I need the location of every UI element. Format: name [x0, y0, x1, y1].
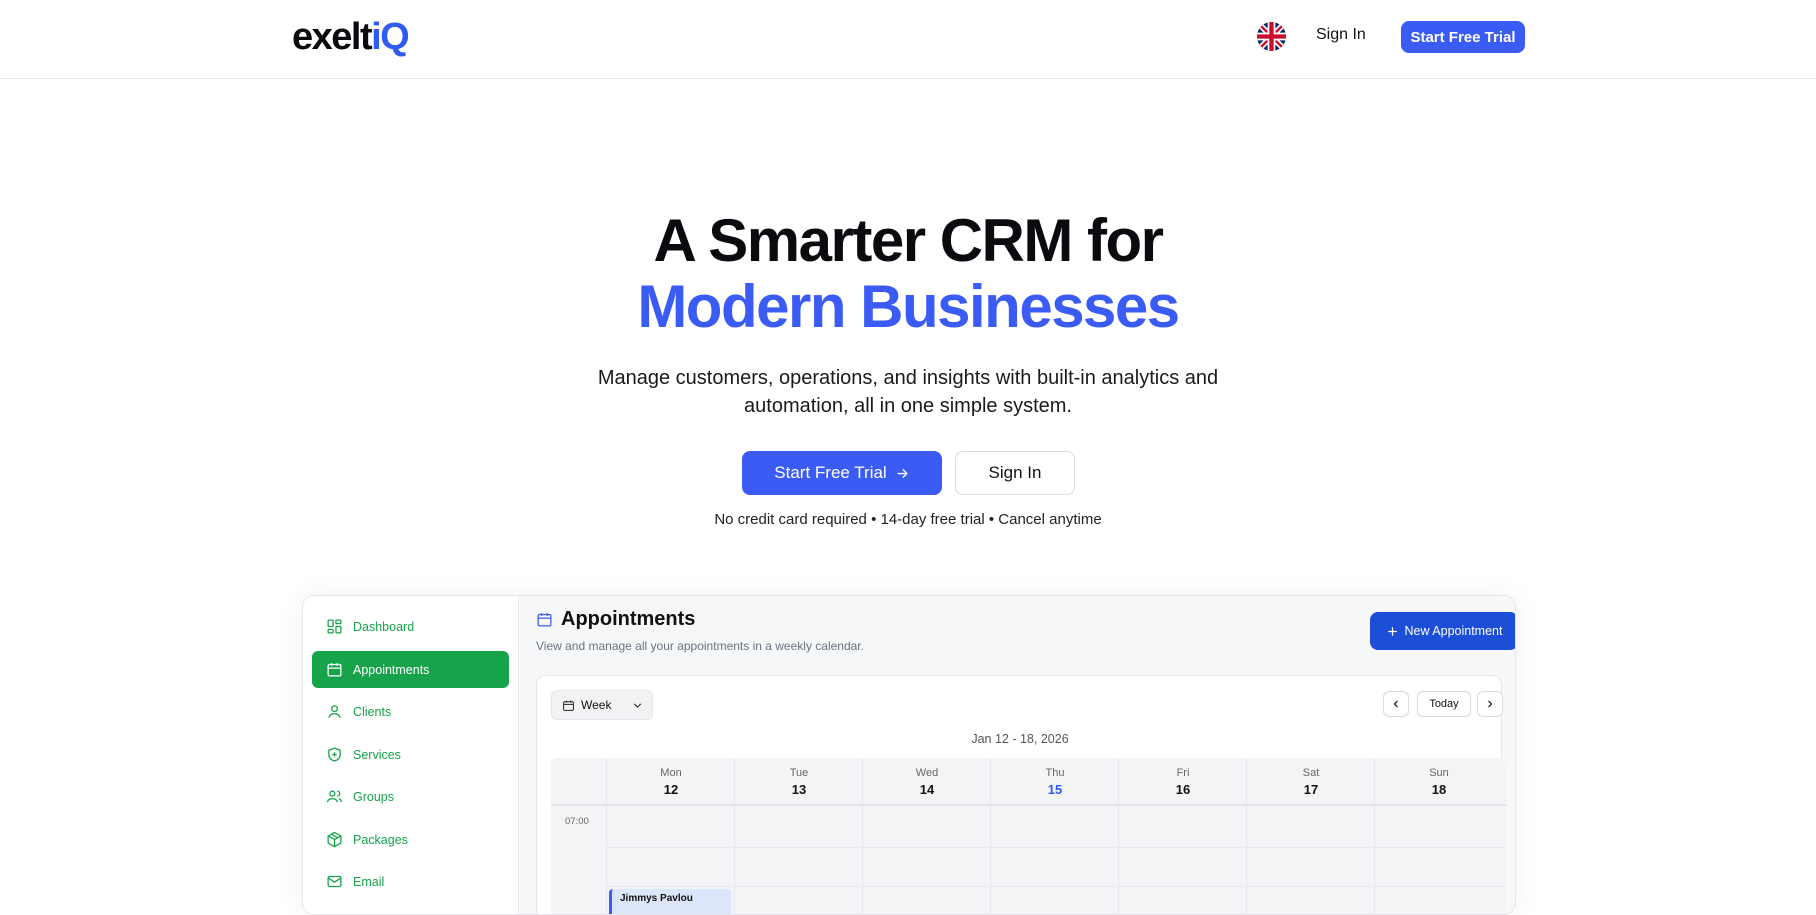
hero-start-trial-button[interactable]: Start Free Trial [742, 451, 942, 495]
new-appointment-label: New Appointment [1404, 624, 1503, 638]
chevron-left-icon [1393, 700, 1398, 708]
users-icon [326, 790, 343, 803]
hero-signin-button[interactable]: Sign In [955, 451, 1075, 495]
day-column-thu[interactable]: Thu 15 [990, 758, 1119, 914]
day-number-today: 15 [1047, 782, 1063, 797]
logo-accent: iQ [371, 16, 410, 58]
sidebar-item-label: Services [353, 747, 401, 762]
hero-start-trial-label: Start Free Trial [774, 463, 887, 482]
mail-icon [327, 875, 342, 888]
app-preview: Dashboard Appointments Clients Services … [302, 595, 1516, 915]
day-name: Sun [1429, 767, 1449, 779]
day-name: Mon [660, 767, 682, 779]
sidebar-item-label: Packages [353, 832, 408, 847]
hero-fineprint: No credit card required • 14-day free tr… [714, 511, 1102, 528]
sidebar-item-label: Email [353, 874, 385, 889]
day-name: Thu [1045, 767, 1065, 779]
header-start-trial-button[interactable]: Start Free Trial [1401, 21, 1525, 53]
calendar-icon [537, 613, 552, 627]
package-icon [327, 831, 342, 848]
calendar-icon [563, 700, 574, 711]
day-name: Sat [1302, 767, 1320, 779]
day-name: Fri [1176, 767, 1190, 779]
next-week-button[interactable] [1477, 691, 1503, 717]
day-number: 16 [1175, 782, 1191, 797]
day-header: Wed 14 [863, 758, 991, 804]
week-grid: Mon 12 Tue 13 Wed 14 Thu 15 Fri 16 Sat 1… [551, 758, 1506, 914]
sidebar-item-packages[interactable]: Packages [312, 821, 509, 858]
date-range: Jan 12 - 18, 2026 [971, 732, 1069, 746]
header-signin-link[interactable]: Sign In [1316, 26, 1366, 44]
calendar-card: Week Today Jan 12 - 18, 2026 Mon 12 Tue … [536, 675, 1506, 914]
day-header: Mon 12 [607, 758, 735, 804]
day-number: 18 [1431, 782, 1447, 797]
day-number: 13 [791, 782, 807, 797]
day-number: 17 [1303, 782, 1319, 797]
sidebar-item-clients[interactable]: Clients [312, 693, 509, 730]
hero-title-line1: A Smarter CRM for [653, 207, 1164, 274]
prev-week-button[interactable] [1383, 691, 1409, 717]
chevron-down-icon [634, 703, 642, 708]
sidebar-item-label: Clients [353, 704, 392, 719]
day-header: Fri 16 [1119, 758, 1247, 804]
hour-divider [607, 847, 1506, 848]
day-header: Tue 13 [735, 758, 863, 804]
view-select[interactable]: Week [551, 690, 653, 720]
logo[interactable]: exeltiQ [292, 16, 410, 59]
hero-title-line2: Modern Businesses [637, 273, 1180, 340]
app-sidebar: Dashboard Appointments Clients Services … [303, 596, 519, 914]
sidebar-item-email[interactable]: Email [312, 863, 509, 900]
day-header: Sat 17 [1247, 758, 1375, 804]
sidebar-item-appointments[interactable]: Appointments [312, 651, 509, 688]
chevron-right-icon [1488, 700, 1493, 708]
day-column-sun[interactable]: Sun 18 [1374, 758, 1503, 914]
logo-text: exelt [292, 16, 373, 58]
sidebar-item-dashboard[interactable]: Dashboard [312, 608, 509, 645]
day-number: 14 [919, 782, 935, 797]
app-main: Appointments View and manage all your ap… [520, 596, 1515, 914]
view-select-value: Week [581, 698, 612, 712]
day-column-sat[interactable]: Sat 17 [1246, 758, 1375, 914]
appointment-card[interactable]: Jimmys Pavlou [609, 889, 731, 914]
uk-flag-icon[interactable] [1257, 22, 1286, 51]
page-title-text: Appointments [561, 608, 696, 630]
hour-divider [607, 886, 1506, 887]
sidebar-item-label: Dashboard [353, 619, 415, 634]
day-name: Tue [789, 767, 809, 779]
page-title: Appointments [536, 608, 695, 631]
day-number: 12 [663, 782, 679, 797]
page-subtitle: View and manage all your appointments in… [536, 639, 864, 653]
site-header: exeltiQ Sign In Start Free Trial [0, 0, 1816, 79]
day-column-fri[interactable]: Fri 16 [1118, 758, 1247, 914]
grid-header-divider [551, 804, 1506, 806]
day-name: Wed [915, 767, 939, 779]
arrow-right-icon [897, 468, 908, 478]
calendar-icon [327, 663, 342, 677]
dashboard-icon [327, 619, 342, 634]
hero-subtitle: Manage customers, operations, and insigh… [597, 367, 1219, 417]
sidebar-item-services[interactable]: Services [312, 736, 509, 773]
shield-plus-icon [328, 747, 341, 762]
time-label: 07:00 [565, 816, 589, 827]
plus-icon [1387, 626, 1397, 636]
day-column-wed[interactable]: Wed 14 [862, 758, 991, 914]
new-appointment-button[interactable]: New Appointment [1370, 612, 1515, 650]
day-column-tue[interactable]: Tue 13 [734, 758, 863, 914]
day-header: Thu 15 [991, 758, 1119, 804]
sidebar-item-label: Appointments [353, 662, 430, 677]
sidebar-item-label: Groups [353, 789, 394, 804]
sidebar-item-groups[interactable]: Groups [312, 778, 509, 815]
day-header: Sun 18 [1375, 758, 1503, 804]
today-button[interactable]: Today [1417, 691, 1471, 717]
user-icon [328, 705, 341, 719]
